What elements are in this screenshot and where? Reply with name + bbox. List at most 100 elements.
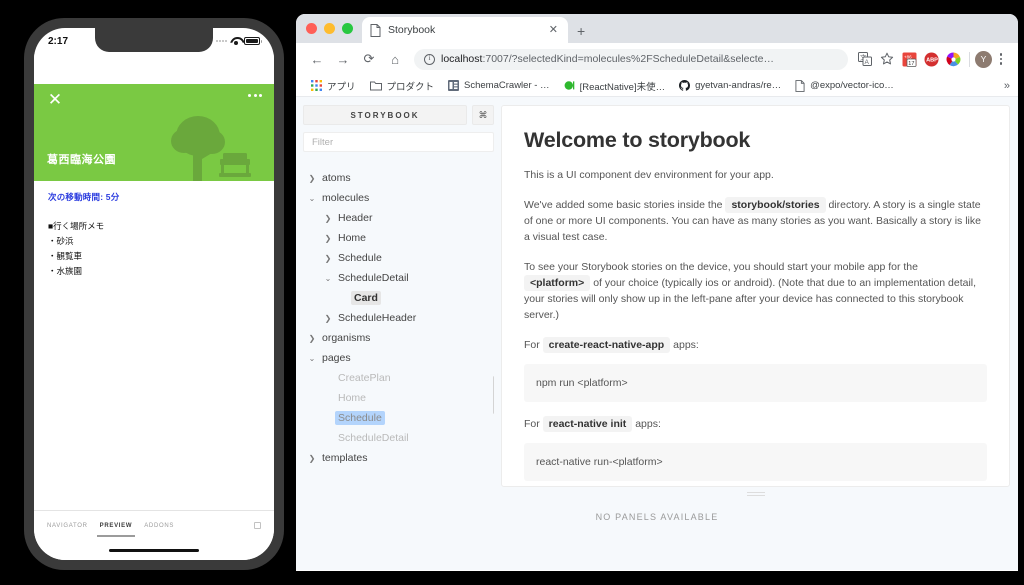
close-traffic-light[interactable] xyxy=(306,23,317,34)
memo-item: ・砂浜 xyxy=(48,236,74,246)
apps-grid-icon xyxy=(311,80,322,91)
reload-button[interactable]: ⟳ xyxy=(356,46,382,72)
star-icon[interactable] xyxy=(876,48,898,70)
tree-item-pages[interactable]: ⌄ pages xyxy=(303,348,494,368)
browser-toolbar: ← → ⟳ ⌂ localhost:7007/?selectedKind=mol… xyxy=(296,43,1018,75)
bookmark-github-repo[interactable]: gyetvan-andras/re… xyxy=(672,80,788,91)
browser-tab-storybook[interactable]: Storybook ✕ xyxy=(362,17,568,43)
inline-code-platform: <platform> xyxy=(524,275,591,291)
doc-text: apps: xyxy=(673,339,699,351)
chevron-right-icon: ❯ xyxy=(324,253,332,263)
schemacrawler-icon xyxy=(448,80,460,91)
minimize-traffic-light[interactable] xyxy=(324,23,335,34)
back-button[interactable]: ← xyxy=(304,46,330,72)
square-outline-icon[interactable] xyxy=(254,522,261,529)
kebab-menu-icon[interactable] xyxy=(992,53,1010,65)
new-tab-button[interactable]: + xyxy=(577,24,585,38)
memo-item: ・観覧車 xyxy=(48,251,83,261)
tree-item-templates[interactable]: ❯ templates xyxy=(303,448,494,468)
folder-icon xyxy=(369,81,382,91)
url-text: localhost:7007/?selectedKind=molecules%2… xyxy=(441,53,774,65)
chevron-down-icon: ⌄ xyxy=(308,353,316,363)
doc-text: We've added some basic stories inside th… xyxy=(524,199,723,211)
tree-item-pages-scheduledetail[interactable]: ❯ScheduleDetail xyxy=(303,428,494,448)
home-button[interactable]: ⌂ xyxy=(382,46,408,72)
tree-item-atoms[interactable]: ❯ atoms xyxy=(303,168,494,188)
tree-item-label: CreatePlan xyxy=(338,372,391,384)
tree-item-schedule[interactable]: ❯ Schedule xyxy=(303,248,494,268)
tree-item-label: Schedule xyxy=(338,252,382,264)
sidebar-scrollbar[interactable] xyxy=(493,376,494,414)
close-icon[interactable]: ✕ xyxy=(547,24,560,36)
more-horizontal-icon[interactable] xyxy=(248,94,262,97)
address-bar[interactable]: localhost:7007/?selectedKind=molecules%2… xyxy=(414,48,848,70)
status-time: 2:17 xyxy=(48,35,69,47)
tree-item-createplan[interactable]: ❯CreatePlan xyxy=(303,368,494,388)
bookmark-reactnative-note[interactable]: [ReactNative]未使… xyxy=(557,79,673,93)
bookmark-expo-vector-icons[interactable]: @expo/vector-ico… xyxy=(788,79,901,92)
tree-item-label: atoms xyxy=(322,172,351,184)
filter-input[interactable]: Filter xyxy=(303,132,494,152)
calendar-extension-icon[interactable]: +86 17 xyxy=(898,48,920,70)
tree-item-home[interactable]: ❯ Home xyxy=(303,228,494,248)
chevron-right-icon: ❯ xyxy=(308,453,316,463)
storybook-device-tabbar: NAVIGATOR PREVIEW ADDONS xyxy=(34,510,274,540)
tree-item-label: ScheduleDetail xyxy=(338,272,409,284)
tree-item-label: organisms xyxy=(322,332,371,344)
tree-item-header[interactable]: ❯ Header xyxy=(303,208,494,228)
green-dot-icon xyxy=(564,81,574,90)
storybook-brand[interactable]: STORYBOOK xyxy=(303,105,467,125)
doc-paragraph-2: We've added some basic stories inside th… xyxy=(524,197,987,245)
drag-handle-icon[interactable] xyxy=(501,487,1010,498)
forward-button[interactable]: → xyxy=(330,46,356,72)
doc-paragraph-3: To see your Storybook stories on the dev… xyxy=(524,259,987,323)
story-tree: ❯ atoms ⌄ molecules ❯ Header ❯ Home ❯ Schedul… xyxy=(303,168,494,498)
close-icon[interactable]: ✕ xyxy=(47,91,63,108)
bookmark-products[interactable]: プロダクト xyxy=(363,79,442,93)
doc-text: apps: xyxy=(635,418,661,430)
memo-block: ■行く場所メモ ・砂浜 ・観覧車 ・水族園 xyxy=(48,219,260,279)
url-host: localhost xyxy=(441,53,483,65)
phone-tab-navigator[interactable]: NAVIGATOR xyxy=(47,515,88,537)
schedule-detail-card: ✕ 葛西臨海公園 xyxy=(34,84,274,181)
tree-item-card[interactable]: ❯Card xyxy=(303,288,494,308)
browser-tabstrip: Storybook ✕ + xyxy=(296,14,1018,43)
phone-tab-addons[interactable]: ADDONS xyxy=(144,515,174,537)
doc-text: For xyxy=(524,339,540,351)
color-wheel-extension-icon[interactable] xyxy=(942,48,964,70)
site-info-icon[interactable] xyxy=(424,53,435,65)
phone-notch xyxy=(95,28,213,52)
phone-tab-preview[interactable]: PREVIEW xyxy=(96,515,135,537)
tree-item-label: molecules xyxy=(322,192,370,204)
chevron-right-icon: ❯ xyxy=(308,333,316,343)
bookmark-label: アプリ xyxy=(327,81,356,93)
code-block-npm-run: npm run <platform> xyxy=(524,364,987,402)
tree-item-label: Header xyxy=(338,212,373,224)
bookmark-schemacrawler[interactable]: SchemaCrawler - … xyxy=(441,80,557,91)
doc-text: For xyxy=(524,418,540,430)
bookmarks-overflow-button[interactable]: » xyxy=(1004,80,1010,92)
memo-item: ・水族園 xyxy=(48,266,83,276)
sidebar-header-row: STORYBOOK ⌘ xyxy=(303,105,494,125)
signal-dots-icon xyxy=(216,40,227,42)
tree-item-scheduledetail[interactable]: ⌄ ScheduleDetail xyxy=(303,268,494,288)
bookmark-label: プロダクト xyxy=(386,81,435,93)
translate-icon[interactable]: 文 A xyxy=(854,48,876,70)
avatar[interactable]: Y xyxy=(975,50,992,68)
tree-item-molecules[interactable]: ⌄ molecules xyxy=(303,188,494,208)
park-tree-bench-icon xyxy=(171,116,251,181)
command-key-icon[interactable]: ⌘ xyxy=(472,105,494,125)
screenshot-root: 2:17 ✕ 葛西臨海公園 次の移動時間: 5分 ■行く場所メモ ・砂浜 ・観覧… xyxy=(0,0,1024,585)
bookmarks-bar: アプリ プロダクト SchemaCrawler - … [ReactNative… xyxy=(296,75,1018,97)
phone-app-body: ✕ 葛西臨海公園 次の移動時間: 5分 ■行く場所メモ ・砂浜 ・観覧車 ・水族… xyxy=(34,54,274,560)
chevron-right-icon: ❯ xyxy=(308,173,316,183)
tree-item-scheduleheader[interactable]: ❯ ScheduleHeader xyxy=(303,308,494,328)
tree-item-pages-home[interactable]: ❯Home xyxy=(303,388,494,408)
doc-text: of your choice (typically ios or android… xyxy=(524,277,977,321)
chevron-right-icon: ❯ xyxy=(324,313,332,323)
adblock-plus-icon[interactable]: ABP xyxy=(920,48,942,70)
zoom-traffic-light[interactable] xyxy=(342,23,353,34)
bookmark-apps[interactable]: アプリ xyxy=(304,79,363,93)
tree-item-pages-schedule[interactable]: ❯Schedule xyxy=(303,408,494,428)
tree-item-organisms[interactable]: ❯ organisms xyxy=(303,328,494,348)
